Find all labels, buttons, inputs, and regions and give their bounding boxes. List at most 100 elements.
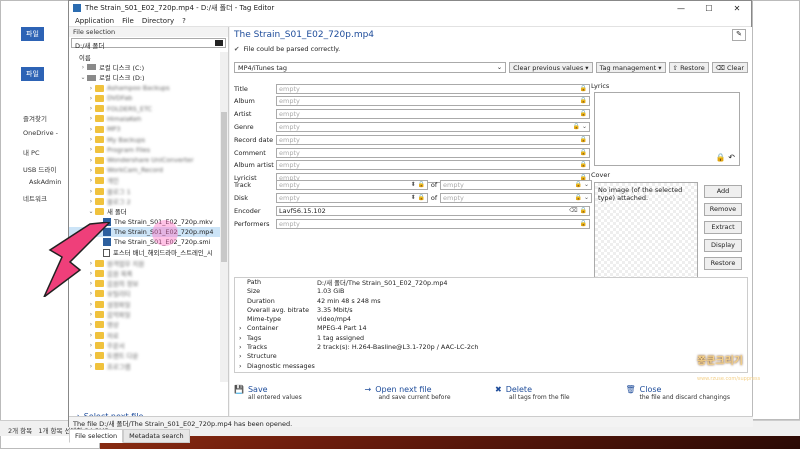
field-input[interactable]: empty 🔒 bbox=[276, 83, 590, 94]
save-action[interactable]: 💾 Save all entered values bbox=[230, 385, 361, 415]
restore-button[interactable]: ⇧ Restore bbox=[668, 62, 709, 73]
cover-image-area[interactable]: No image (of the selected type) attached… bbox=[594, 182, 698, 282]
tree-item[interactable]: › 주문서 bbox=[69, 340, 221, 350]
bg-side-network[interactable]: 네트워크 bbox=[23, 193, 47, 203]
expand-arrow-icon[interactable]: › bbox=[87, 352, 95, 359]
path-input[interactable]: D:/새 폴더 bbox=[71, 38, 226, 50]
field-input[interactable]: empty 🔒 bbox=[276, 109, 590, 120]
tree-item[interactable]: › 블로그 1 bbox=[69, 186, 221, 196]
lock-undo-icon[interactable]: 🔒 ↶ bbox=[716, 153, 735, 162]
track-total-input[interactable]: empty 🔒 ⌄ bbox=[440, 179, 592, 190]
info-row[interactable]: › Tracks 2 track(s): H.264-Basline@L3.1-72… bbox=[235, 343, 747, 352]
expand-arrow-icon[interactable]: › bbox=[87, 198, 95, 205]
cover-display-button[interactable]: Display bbox=[704, 239, 742, 252]
tree-item[interactable]: › Ashampoo Backups bbox=[69, 83, 221, 93]
expand-arrow-icon[interactable]: › bbox=[87, 301, 95, 308]
close-file-action[interactable]: 🗑 Close the file and discard changings bbox=[622, 385, 753, 415]
expand-arrow-icon[interactable]: › bbox=[87, 311, 95, 318]
tree-item[interactable]: › 자료 bbox=[69, 330, 221, 340]
performers-input[interactable]: empty 🔒 bbox=[276, 218, 590, 229]
tree-item[interactable]: › My Backups bbox=[69, 134, 221, 144]
edit-pencil-icon[interactable]: ✎ bbox=[732, 29, 746, 41]
disk-number-input[interactable]: empty ⬍ 🔒 bbox=[276, 192, 428, 203]
tree-item[interactable]: › 블로그 2 bbox=[69, 196, 221, 206]
bg-side-onedrive[interactable]: OneDrive - bbox=[23, 129, 58, 137]
expand-arrow-icon[interactable]: › bbox=[87, 188, 95, 195]
cover-extract-button[interactable]: Extract bbox=[704, 221, 742, 234]
expand-arrow-icon[interactable]: › bbox=[87, 342, 95, 349]
close-icon[interactable]: ✕ bbox=[723, 4, 751, 13]
field-input[interactable]: empty 🔒 bbox=[276, 147, 590, 158]
tree-item[interactable]: › MP3 bbox=[69, 124, 221, 134]
tab-metadata-search[interactable]: Metadata search bbox=[123, 429, 190, 443]
tree-item[interactable]: › Program Files bbox=[69, 145, 221, 155]
info-row[interactable]: › Container MPEG-4 Part 14 bbox=[235, 324, 747, 333]
tree-item[interactable]: › 토렌트 다운 bbox=[69, 351, 221, 361]
expand-arrow-icon[interactable]: › bbox=[87, 115, 95, 122]
expand-arrow-icon[interactable]: › bbox=[87, 363, 95, 370]
menu-directory[interactable]: Directory bbox=[142, 17, 174, 25]
directory-tree[interactable]: 이름 › 로컬 디스크 (C:) ⌄ 로컬 디스크 (D:) › Ashampoo Back… bbox=[69, 52, 221, 382]
tag-type-select[interactable]: MP4/iTunes tag ⌄ bbox=[234, 62, 507, 73]
menu-application[interactable]: Application bbox=[75, 17, 114, 25]
tree-item[interactable]: › WorkCam_Record bbox=[69, 165, 221, 175]
expand-arrow-icon[interactable]: › bbox=[79, 64, 87, 71]
tree-item[interactable]: › 음악파일 bbox=[69, 309, 221, 319]
expand-arrow-icon[interactable]: › bbox=[87, 157, 95, 164]
expand-arrow-icon[interactable]: ⌄ bbox=[87, 208, 95, 215]
menu-file[interactable]: File bbox=[122, 17, 134, 25]
track-number-input[interactable]: empty ⬍ 🔒 bbox=[276, 179, 428, 190]
bg-side-favorites[interactable]: 즐겨찾기 bbox=[23, 113, 47, 123]
clear-button[interactable]: ⌫ Clear bbox=[711, 62, 748, 73]
tree-item[interactable]: › FOLDERS_ETC bbox=[69, 103, 221, 113]
encoder-input[interactable]: Lavf56.15.102 ⌫ 🔒 bbox=[276, 205, 590, 216]
info-row[interactable]: › Diagnostic messages bbox=[235, 362, 747, 371]
delete-tags-action[interactable]: ✖ Delete all tags from the file bbox=[491, 385, 622, 415]
expand-arrow-icon[interactable]: › bbox=[87, 177, 95, 184]
info-row[interactable]: › Structure bbox=[235, 352, 747, 361]
clear-previous-values-button[interactable]: Clear previous values ▾ bbox=[509, 62, 593, 73]
tree-item[interactable]: › 설정파일 bbox=[69, 299, 221, 309]
field-input[interactable]: empty 🔒 bbox=[276, 160, 590, 171]
cover-add-button[interactable]: Add bbox=[704, 185, 742, 198]
expand-arrow-icon[interactable]: › bbox=[87, 332, 95, 339]
expand-arrow-icon[interactable]: › bbox=[87, 105, 95, 112]
disk-total-input[interactable]: empty 🔒 ⌄ bbox=[440, 192, 592, 203]
field-input[interactable]: empty 🔒 bbox=[276, 96, 590, 107]
expand-arrow-icon[interactable]: › bbox=[87, 321, 95, 328]
cover-remove-button[interactable]: Remove bbox=[704, 203, 742, 216]
open-next-file-action[interactable]: → Open next file and save current before bbox=[361, 385, 492, 415]
expand-arrow-icon[interactable]: › bbox=[87, 136, 95, 143]
lyrics-textarea[interactable]: 🔒 ↶ bbox=[594, 92, 740, 166]
clear-path-icon[interactable] bbox=[215, 40, 223, 46]
expand-arrow-icon[interactable]: ⌄ bbox=[79, 74, 87, 81]
tree-item[interactable]: ⌄ 로컬 디스크 (D:) bbox=[69, 73, 221, 83]
tree-item[interactable]: › 프로그램 bbox=[69, 361, 221, 371]
tree-item[interactable]: 이름 bbox=[69, 52, 221, 62]
tree-scrollbar[interactable] bbox=[220, 52, 228, 382]
tree-item[interactable]: › HimalaKeh bbox=[69, 114, 221, 124]
minimize-icon[interactable]: — bbox=[667, 4, 695, 13]
expand-arrow-icon[interactable]: › bbox=[87, 146, 95, 153]
tag-management-button[interactable]: Tag management ▾ bbox=[595, 62, 666, 73]
tree-item[interactable]: › 로컬 디스크 (C:) bbox=[69, 62, 221, 72]
bg-side-usb[interactable]: USB 드라이 bbox=[23, 164, 56, 174]
tree-item[interactable]: › 개인 bbox=[69, 176, 221, 186]
bg-side-askadmin[interactable]: AskAdmin bbox=[29, 178, 61, 186]
field-input[interactable]: empty 🔒 bbox=[276, 134, 590, 145]
bg-tab-file[interactable]: 파일 bbox=[21, 27, 44, 41]
cover-restore-button[interactable]: Restore bbox=[704, 257, 742, 270]
expand-arrow-icon[interactable]: › bbox=[87, 95, 95, 102]
info-row[interactable]: › Tags 1 tag assigned bbox=[235, 334, 747, 343]
field-input[interactable]: empty 🔒 ⌄ bbox=[276, 121, 590, 132]
tree-item[interactable]: ⌄ 새 폴더 bbox=[69, 206, 221, 216]
expand-arrow-icon[interactable]: › bbox=[87, 126, 95, 133]
bg-tab-file-2[interactable]: 파일 bbox=[21, 67, 44, 81]
tab-file-selection[interactable]: File selection bbox=[69, 429, 124, 443]
tree-item[interactable]: › 영상 bbox=[69, 320, 221, 330]
bg-side-mypc[interactable]: 내 PC bbox=[23, 147, 40, 157]
menu-help[interactable]: ? bbox=[182, 17, 186, 25]
expand-arrow-icon[interactable]: › bbox=[87, 167, 95, 174]
tree-item[interactable]: › DVDFab bbox=[69, 93, 221, 103]
tree-item[interactable]: › Wondershare UniConverter bbox=[69, 155, 221, 165]
